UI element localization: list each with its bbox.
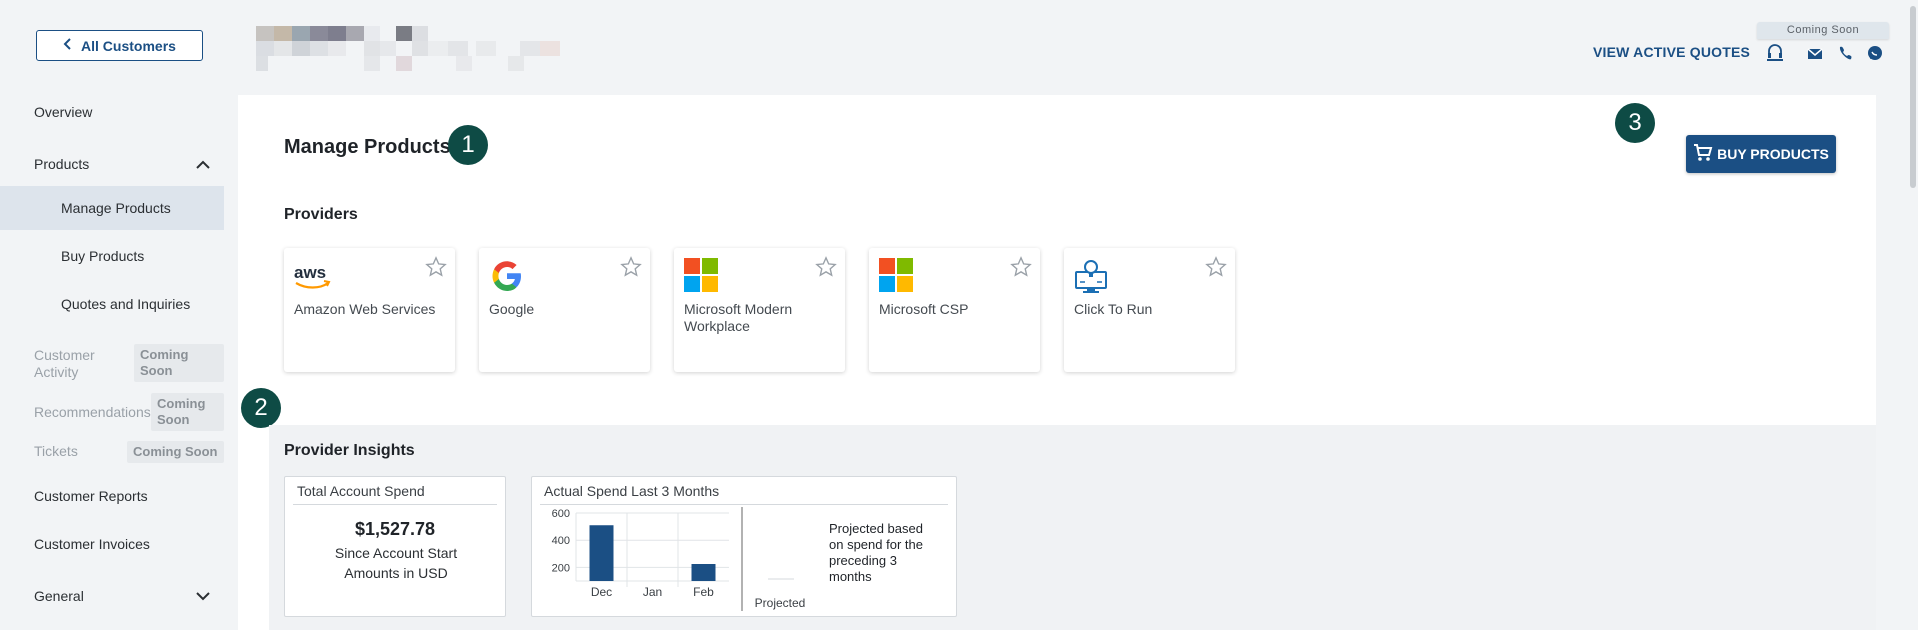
projected-label: Projected: [755, 596, 806, 610]
scrollbar-thumb[interactable]: [1910, 6, 1916, 188]
provider-name: Microsoft Modern Workplace: [684, 301, 793, 334]
sidebar-item-customer-reports[interactable]: Customer Reports: [0, 474, 224, 518]
provider-name: Click To Run: [1074, 301, 1153, 317]
favorite-star-icon[interactable]: [1205, 256, 1227, 278]
sidebar-item-overview[interactable]: Overview: [0, 90, 224, 134]
buy-products-label: BUY PRODUCTS: [1717, 146, 1829, 162]
chevron-up-icon[interactable]: [196, 156, 210, 172]
chevron-down-icon[interactable]: [196, 588, 210, 604]
google-logo-icon: [489, 258, 525, 294]
microsoft-logo-icon: [879, 258, 915, 294]
chevron-left-icon: [63, 38, 73, 53]
aws-logo-icon: aws: [294, 258, 331, 294]
providers-heading: Providers: [284, 206, 358, 223]
sidebar-item-label: Overview: [34, 104, 93, 120]
favorite-star-icon[interactable]: [425, 256, 447, 278]
since-account-start-text: Since Account Start: [334, 545, 458, 561]
email-icon[interactable]: [1807, 44, 1825, 62]
provider-insights-heading: Provider Insights: [284, 442, 415, 459]
sidebar-item-label: Buy Products: [61, 248, 145, 264]
total-account-spend-card: Total Account Spend $1,527.78 Since Acco…: [284, 476, 506, 617]
provider-card-microsoft-modern-workplace[interactable]: Microsoft Modern Workplace: [674, 248, 845, 372]
favorite-star-icon[interactable]: [1010, 256, 1032, 278]
phone-icon[interactable]: [1837, 44, 1855, 62]
all-customers-label: All Customers: [81, 37, 176, 54]
headset-icon[interactable]: [1765, 42, 1785, 62]
favorite-star-icon[interactable]: [815, 256, 837, 278]
step-badge-3: 3: [1615, 103, 1655, 143]
page-title: Manage Products: [284, 136, 451, 158]
amounts-currency-text: Amounts in USD: [344, 565, 448, 581]
sidebar-item-label: Products: [34, 156, 90, 172]
coming-soon-badge: Coming Soon: [151, 393, 224, 431]
provider-name: Google: [489, 301, 535, 317]
x-tick-label: Dec: [591, 585, 612, 599]
sidebar-item-label: Quotes and Inquiries: [61, 296, 191, 312]
projected-note: Projected based on spend for the precedi…: [829, 521, 923, 584]
bar-feb: [691, 564, 716, 581]
card-title: Total Account Spend: [297, 483, 425, 499]
favorite-star-icon[interactable]: [620, 256, 642, 278]
bar-dec: [589, 525, 614, 581]
sidebar: All Customers Overview Products Manage P…: [0, 0, 228, 630]
customer-name-redacted: [256, 26, 572, 71]
y-tick-label: 200: [552, 562, 570, 574]
sidebar-item-label: General: [34, 588, 84, 604]
sidebar-item-manage-products[interactable]: Manage Products: [0, 186, 224, 230]
provider-card-microsoft-csp[interactable]: Microsoft CSP: [869, 248, 1040, 372]
sidebar-item-label: Tickets: [34, 443, 78, 459]
sidebar-item-label: Recommendations: [34, 404, 151, 420]
click-to-run-icon: [1074, 258, 1110, 294]
sidebar-item-customer-invoices[interactable]: Customer Invoices: [0, 522, 224, 566]
total-spend-value: $1,527.78: [354, 519, 436, 539]
chat-icon[interactable]: [1866, 44, 1884, 62]
provider-card-google[interactable]: Google: [479, 248, 650, 372]
step-badge-2: 2: [241, 388, 281, 428]
sidebar-item-products[interactable]: Products: [0, 142, 224, 186]
buy-products-button[interactable]: BUY PRODUCTS: [1686, 135, 1836, 173]
sidebar-item-quotes-inquiries[interactable]: Quotes and Inquiries: [0, 282, 224, 326]
sidebar-item-label: Customer Activity: [34, 347, 95, 380]
microsoft-logo-icon: [684, 258, 720, 294]
shopping-cart-icon: [1693, 143, 1713, 166]
actual-spend-chart: 600 400 200 Dec Jan Feb Projected: [552, 507, 806, 611]
svg-text:aws: aws: [294, 263, 326, 282]
sidebar-item-general[interactable]: General: [0, 574, 224, 618]
sidebar-item-buy-products[interactable]: Buy Products: [0, 234, 224, 278]
card-divider: [293, 504, 497, 505]
actual-spend-card: Actual Spend Last 3 Months 600 400 200 Dec J…: [531, 476, 957, 617]
step-badge-1: 1: [448, 125, 488, 165]
provider-name: Microsoft CSP: [879, 301, 969, 317]
sidebar-item-label: Customer Invoices: [34, 536, 150, 552]
view-active-quotes-link[interactable]: VIEW ACTIVE QUOTES: [1593, 44, 1750, 60]
y-tick-label: 400: [552, 535, 570, 547]
page-scrollbar[interactable]: [1908, 0, 1918, 630]
provider-card-click-to-run[interactable]: Click To Run: [1064, 248, 1235, 372]
total-spend-subtitle: Since Account Start Amounts in USD: [305, 543, 487, 583]
provider-name: Amazon Web Services: [294, 301, 436, 317]
all-customers-button[interactable]: All Customers: [36, 30, 203, 61]
x-tick-label: Feb: [693, 585, 714, 599]
sidebar-item-label: Customer Reports: [34, 488, 148, 504]
sidebar-item-label: Manage Products: [61, 200, 171, 216]
coming-soon-badge: Coming Soon: [127, 441, 224, 463]
x-tick-label: Jan: [643, 585, 662, 599]
provider-card-aws[interactable]: aws Amazon Web Services: [284, 248, 455, 372]
provider-insights-section: [269, 425, 1876, 630]
y-tick-label: 600: [552, 508, 570, 520]
sidebar-item-customer-activity: Customer Activity: [0, 342, 130, 386]
coming-soon-badge: Coming Soon: [134, 344, 224, 382]
card-title: Actual Spend Last 3 Months: [544, 483, 720, 499]
coming-soon-tab: Coming Soon: [1757, 22, 1889, 39]
